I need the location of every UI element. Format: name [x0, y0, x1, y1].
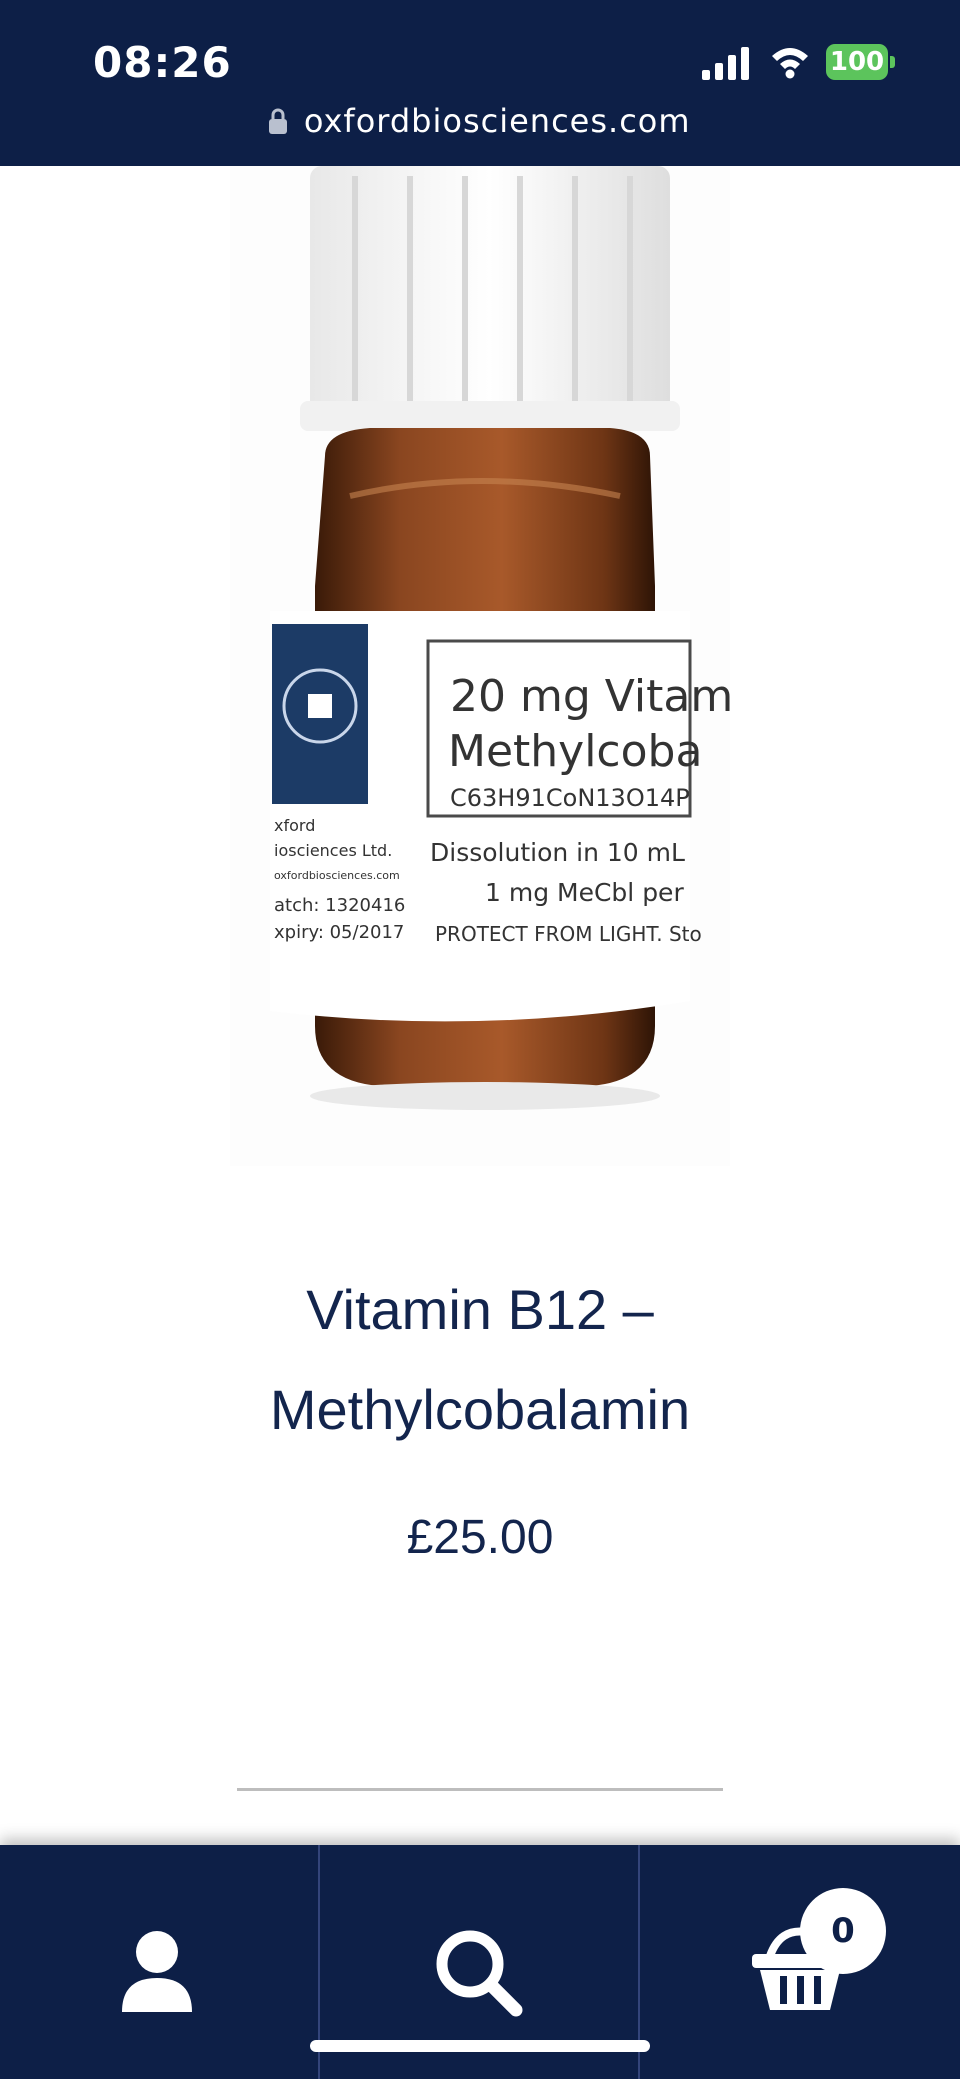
label-product: Methylcoba [448, 726, 702, 777]
status-time: 08:26 [93, 38, 232, 87]
label-expiry: xpiry: 05/2017 [274, 922, 404, 943]
label-concentration: 1 mg MeCbl per [485, 878, 684, 907]
label-batch: atch: 1320416 [274, 895, 405, 916]
page-url: oxfordbiosciences.com [303, 102, 691, 140]
label-company-web: oxfordbiosciences.com [274, 869, 400, 882]
cellular-signal-icon [702, 47, 749, 80]
battery-level: 100 [826, 44, 888, 80]
label-strength: 20 mg Vitam [450, 671, 730, 722]
label-dissolution: Dissolution in 10 mL [430, 838, 685, 867]
label-company-2: iosciences Ltd. [274, 841, 392, 860]
label-formula: C63H91CoN13O14P [450, 784, 690, 812]
label-company-1: xford [274, 816, 315, 835]
browser-header: 08:26 100 oxfordbiosciences.com [0, 0, 960, 166]
product-title[interactable]: Vitamin B12 – Methylcobalamin [150, 1260, 810, 1460]
user-icon [122, 1931, 192, 2012]
product-title-line-1: Vitamin B12 – [306, 1278, 654, 1341]
battery-icon: 100 [826, 44, 898, 80]
divider [237, 1788, 723, 1791]
label-warning: PROTECT FROM LIGHT. Sto [435, 922, 702, 946]
search-icon [436, 1930, 523, 2017]
address-bar[interactable]: oxfordbiosciences.com [0, 102, 960, 142]
home-indicator[interactable] [310, 2040, 650, 2052]
product-title-line-2: Methylcobalamin [269, 1378, 691, 1441]
product-price: £25.00 [406, 1511, 554, 1564]
lock-icon [269, 108, 288, 134]
product-image[interactable]: 20 mg Vitam Methylcoba C63H91CoN13O14P D… [230, 166, 730, 1166]
cart-count-badge[interactable]: 0 [800, 1888, 886, 1974]
wifi-icon [772, 48, 808, 79]
